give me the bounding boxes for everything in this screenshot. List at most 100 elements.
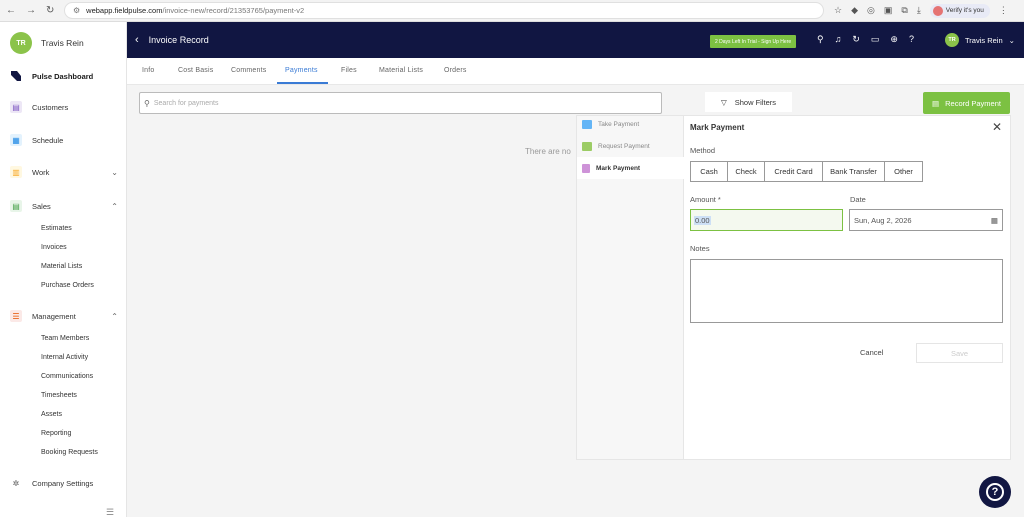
avatar: TR — [945, 33, 959, 47]
save-button[interactable]: Save — [916, 343, 1003, 363]
sidebar-subitem-assets[interactable]: Assets — [41, 411, 62, 418]
tab-info[interactable]: Info — [142, 67, 154, 74]
request-money-icon — [582, 142, 592, 151]
tab-orders[interactable]: Orders — [444, 67, 467, 74]
sidebar-subitem-purchase-orders[interactable]: Purchase Orders — [41, 282, 94, 289]
sidebar-subitem-invoices[interactable]: Invoices — [41, 244, 67, 251]
sidebar-subitem-estimates[interactable]: Estimates — [41, 225, 72, 232]
mark-payment-option[interactable]: Mark Payment — [582, 164, 640, 173]
search-input[interactable]: ⚲ Search for payments — [139, 92, 662, 114]
date-label: Date — [850, 195, 866, 204]
question-icon: ? — [986, 483, 1004, 501]
sidebar-item-schedule[interactable]: ▦ Schedule — [10, 134, 118, 146]
bookmark-star-icon[interactable]: ☆ — [834, 5, 842, 16]
document-icon — [582, 164, 590, 173]
sidebar-subitem-internal-activity[interactable]: Internal Activity — [41, 354, 88, 361]
download-icon[interactable]: ⤓ — [917, 5, 921, 16]
chevron-up-icon[interactable]: ⌃ — [111, 312, 118, 321]
active-tab-indicator — [277, 82, 328, 84]
tab-cost-basis[interactable]: Cost Basis — [178, 67, 213, 74]
refresh-icon[interactable]: ↻ — [852, 34, 860, 45]
page-title: Invoice Record — [148, 35, 209, 45]
sidebar-user[interactable]: TR Travis Rein — [10, 32, 84, 54]
chevron-up-icon[interactable]: ⌃ — [111, 202, 118, 211]
url-host: webapp.fieldpulse.com — [86, 6, 163, 15]
notes-textarea[interactable] — [690, 259, 1003, 323]
method-label: Method — [690, 146, 716, 155]
puzzle-icon[interactable]: ⧉ — [901, 5, 907, 16]
extension-badge-icon[interactable]: ▣ — [884, 5, 893, 16]
sidebar-item-management[interactable]: ☰ Management ⌃ — [10, 310, 118, 322]
back-arrow-icon[interactable]: ← — [6, 5, 16, 16]
request-payment-option[interactable]: Request Payment — [582, 142, 650, 151]
record-tabs: Info Cost Basis Comments Payments Files … — [127, 58, 1024, 85]
profile-avatar-icon — [932, 5, 943, 16]
amount-field[interactable]: 0.00 — [690, 209, 843, 231]
tab-payments[interactable]: Payments — [285, 67, 318, 74]
sidebar-item-label: Pulse Dashboard — [32, 71, 94, 81]
method-bank-transfer-button[interactable]: Bank Transfer — [822, 161, 885, 182]
sidebar-item-work[interactable]: ▥ Work ⌄ — [10, 166, 118, 178]
sales-icon: ▤ — [10, 200, 22, 212]
sidebar-subitem-reporting[interactable]: Reporting — [41, 430, 71, 437]
option-label: Take Payment — [598, 121, 640, 128]
record-payment-button[interactable]: ▤ Record Payment — [923, 92, 1010, 114]
verify-profile-button[interactable]: Verify it's you — [929, 3, 990, 18]
method-credit-card-button[interactable]: Credit Card — [764, 161, 823, 182]
sidebar-item-label: Company Settings — [32, 478, 94, 488]
tab-comments[interactable]: Comments — [231, 67, 266, 74]
sidebar-item-company-settings[interactable]: ✲ Company Settings — [10, 477, 118, 489]
sidebar-subitem-team-members[interactable]: Team Members — [41, 335, 89, 342]
sidebar-subitem-material-lists[interactable]: Material Lists — [41, 263, 82, 270]
cancel-button[interactable]: Cancel — [860, 348, 883, 357]
back-chevron-icon[interactable]: ‹ — [135, 34, 139, 46]
tab-material-lists[interactable]: Material Lists — [379, 67, 423, 74]
browser-actions: ☆ ◆ ◎ ▣ ⧉ ⤓ Verify it's you ⋮ — [834, 3, 1008, 18]
search-icon: ⚲ — [144, 98, 150, 108]
method-cash-button[interactable]: Cash — [690, 161, 728, 182]
add-circle-icon[interactable]: ⊕ — [890, 34, 898, 45]
amount-value: 0.00 — [694, 215, 711, 225]
notes-icon[interactable]: ▭ — [871, 34, 880, 45]
chevron-down-icon: ⌄ — [1008, 35, 1015, 45]
site-info-icon[interactable]: ⚙ — [73, 6, 80, 15]
browser-nav: ← → ↻ — [0, 5, 62, 16]
sidebar-item-label: Sales — [32, 201, 51, 211]
sidebar-item-sales[interactable]: ▤ Sales ⌃ — [10, 200, 118, 212]
method-button-group: Cash Check Credit Card Bank Transfer Oth… — [690, 161, 923, 182]
tab-files[interactable]: Files — [341, 67, 357, 74]
browser-menu-icon[interactable]: ⋮ — [999, 5, 1008, 16]
header-user-menu[interactable]: TR Travis Rein ⌄ — [945, 33, 1015, 47]
trial-banner-button[interactable]: 2 Days Left In Trial - Sign Up Here — [710, 35, 797, 48]
help-circle-icon[interactable]: ? — [909, 34, 914, 45]
bell-icon[interactable]: ♫ — [835, 34, 842, 45]
sidebar-item-label: Work — [32, 167, 50, 177]
date-field[interactable]: Sun, Aug 2, 2026 ▦ — [849, 209, 1003, 231]
record-payment-label: Record Payment — [945, 98, 1001, 108]
sidebar-subitem-communications[interactable]: Communications — [41, 373, 93, 380]
reload-icon[interactable]: ↻ — [46, 5, 54, 16]
sidebar-item-pulse-dashboard[interactable]: Pulse Dashboard — [10, 70, 118, 82]
amount-label: Amount * — [690, 195, 721, 204]
dashboard-icon — [10, 70, 22, 82]
take-payment-option[interactable]: Take Payment — [582, 120, 639, 129]
help-chat-button[interactable]: ? — [979, 476, 1011, 508]
collapse-sidebar-icon[interactable]: ☰ — [106, 507, 114, 518]
method-check-button[interactable]: Check — [727, 161, 765, 182]
method-other-button[interactable]: Other — [884, 161, 923, 182]
close-icon[interactable]: ✕ — [992, 120, 1002, 134]
show-filters-button[interactable]: ▽ Show Filters — [705, 92, 792, 112]
extension-icon[interactable]: ◆ — [851, 5, 858, 16]
sidebar-item-label: Customers — [32, 102, 69, 112]
search-icon[interactable]: ⚲ — [817, 34, 824, 45]
camera-icon[interactable]: ◎ — [867, 5, 875, 16]
sidebar-subitem-timesheets[interactable]: Timesheets — [41, 392, 77, 399]
address-bar[interactable]: ⚙ webapp.fieldpulse.com/invoice-new/reco… — [64, 2, 824, 19]
calendar-icon[interactable]: ▦ — [991, 216, 998, 225]
sidebar-subitem-booking-requests[interactable]: Booking Requests — [41, 449, 98, 456]
chevron-down-icon[interactable]: ⌄ — [111, 168, 118, 177]
sidebar-item-label: Schedule — [32, 135, 64, 145]
forward-arrow-icon[interactable]: → — [26, 5, 36, 16]
notes-label: Notes — [690, 244, 710, 253]
sidebar-item-customers[interactable]: ▤ Customers — [10, 101, 118, 113]
